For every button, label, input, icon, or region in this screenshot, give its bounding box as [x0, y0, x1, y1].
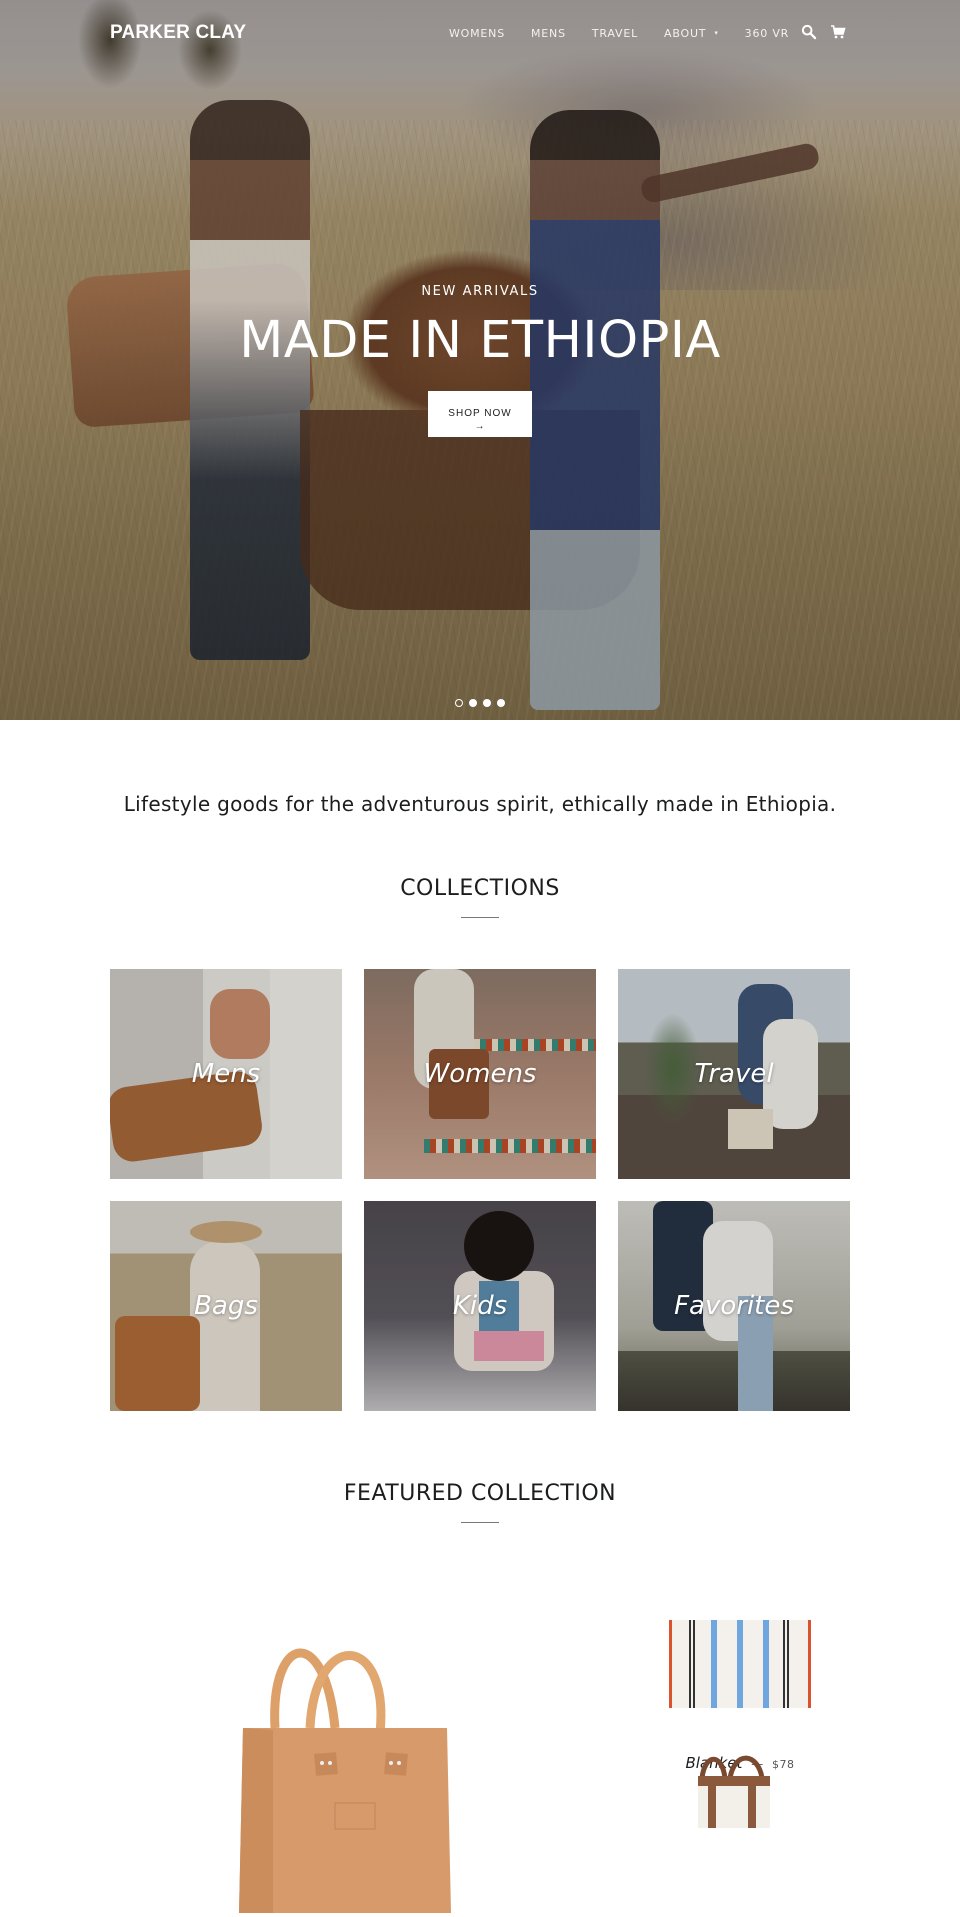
- collection-label-bags: Bags: [194, 1291, 258, 1321]
- arrow-right-icon: →: [474, 420, 486, 432]
- canvas-tote-image: [698, 1755, 770, 1828]
- collections-grid: Mens Womens Travel Bags Kids Favorites: [110, 969, 850, 1411]
- nav-item-about[interactable]: ABOUT ▾: [664, 27, 719, 40]
- collection-label-travel: Travel: [694, 1059, 774, 1089]
- featured-product-canvas-tote[interactable]: [690, 1748, 780, 1828]
- chevron-down-icon: ▾: [714, 29, 719, 37]
- collection-tile-kids[interactable]: Kids: [364, 1201, 596, 1411]
- cart-icon[interactable]: [830, 24, 846, 40]
- nav-item-womens[interactable]: WOMENS: [449, 27, 505, 40]
- slide-dot-1[interactable]: [455, 699, 463, 707]
- collection-tile-bags[interactable]: Bags: [110, 1201, 342, 1411]
- collection-label-mens: Mens: [191, 1059, 261, 1089]
- shop-now-label: SHOP NOW: [448, 407, 512, 419]
- leather-tote-image: [239, 1648, 451, 1913]
- featured-product-leather-tote[interactable]: [215, 1613, 475, 1913]
- slideshow-pagination: [0, 699, 960, 707]
- nav-item-360-vr[interactable]: 360 VR: [745, 27, 789, 40]
- brand-tagline: Lifestyle goods for the adventurous spir…: [123, 792, 837, 816]
- collection-tile-favorites[interactable]: Favorites: [618, 1201, 850, 1411]
- search-icon[interactable]: [801, 24, 817, 40]
- collections-title: COLLECTIONS: [400, 876, 560, 901]
- logo[interactable]: PARKER CLAY: [110, 22, 246, 44]
- site-header: PARKER CLAY WOMENS MENS TRAVEL ABOUT ▾ 36…: [0, 0, 960, 70]
- blanket-image: [669, 1620, 811, 1708]
- featured-products: Blanket — $78: [0, 1523, 960, 1913]
- nav-item-mens[interactable]: MENS: [531, 27, 566, 40]
- featured-collection-title: FEATURED COLLECTION: [343, 1481, 617, 1506]
- collections-title-divider: [461, 917, 499, 918]
- collection-label-favorites: Favorites: [674, 1291, 794, 1321]
- nav-item-travel[interactable]: TRAVEL: [592, 27, 638, 40]
- slide-dot-4[interactable]: [497, 699, 505, 707]
- slide-dot-2[interactable]: [469, 699, 477, 707]
- shop-now-button[interactable]: SHOP NOW →: [428, 391, 532, 438]
- collection-tile-travel[interactable]: Travel: [618, 969, 850, 1179]
- hero-slideshow: PARKER CLAY WOMENS MENS TRAVEL ABOUT ▾ 36…: [0, 0, 960, 720]
- main-nav: WOMENS MENS TRAVEL ABOUT ▾ 360 VR: [449, 27, 815, 40]
- hero-content: NEW ARRIVALS MADE IN ETHIOPIA SHOP NOW →: [0, 284, 960, 438]
- nav-item-about-label: ABOUT: [664, 27, 707, 40]
- hero-eyebrow: NEW ARRIVALS: [421, 284, 539, 299]
- collection-tile-womens[interactable]: Womens: [364, 969, 596, 1179]
- hero-title: MADE IN ETHIOPIA: [239, 311, 721, 370]
- collection-label-kids: Kids: [452, 1291, 508, 1321]
- collection-label-womens: Womens: [423, 1059, 537, 1089]
- slide-dot-3[interactable]: [483, 699, 491, 707]
- collection-tile-mens[interactable]: Mens: [110, 969, 342, 1179]
